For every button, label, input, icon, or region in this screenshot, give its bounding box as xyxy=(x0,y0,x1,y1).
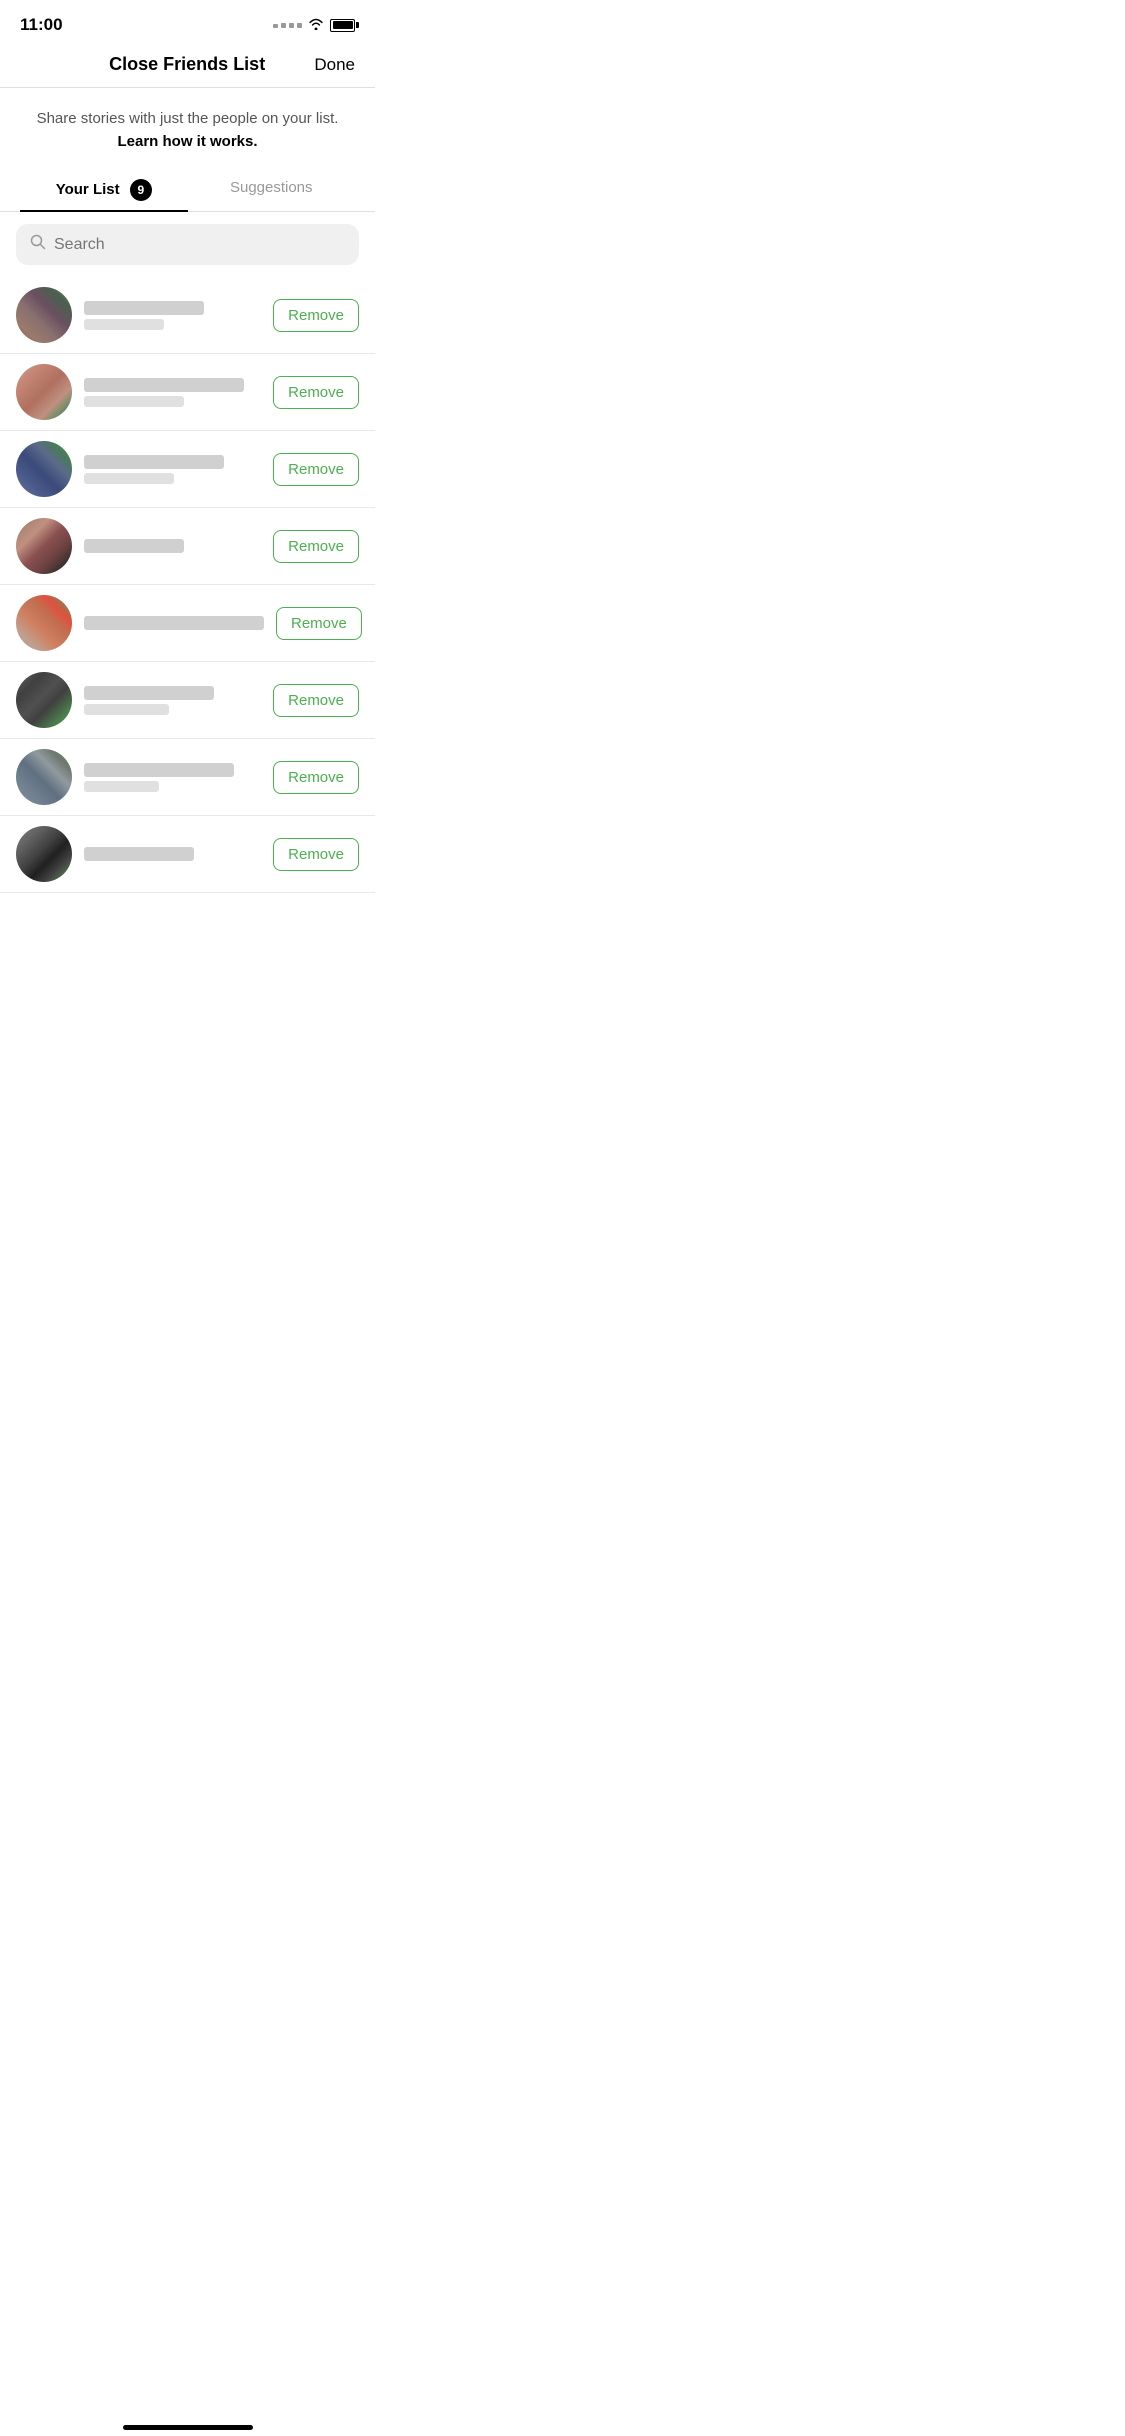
tab-your-list[interactable]: Your List 9 xyxy=(20,169,188,211)
search-input[interactable] xyxy=(54,236,345,254)
remove-button[interactable]: Remove xyxy=(273,453,359,486)
search-container xyxy=(0,212,375,277)
user-info xyxy=(84,616,264,630)
list-item: Remove xyxy=(0,508,375,585)
avatar xyxy=(16,595,72,651)
avatar xyxy=(16,287,72,343)
remove-button[interactable]: Remove xyxy=(273,299,359,332)
remove-button[interactable]: Remove xyxy=(273,684,359,717)
description-text: Share stories with just the people on yo… xyxy=(37,110,339,127)
status-time: 11:00 xyxy=(20,15,63,35)
username-bar xyxy=(84,539,184,553)
list-item: Remove xyxy=(0,354,375,431)
fullname-bar xyxy=(84,396,184,407)
status-bar: 11:00 xyxy=(0,0,375,44)
home-indicator-bar xyxy=(123,2425,253,2430)
avatar xyxy=(16,826,72,882)
battery-icon xyxy=(330,19,355,32)
fullname-bar xyxy=(84,781,159,792)
avatar xyxy=(16,364,72,420)
wifi-icon xyxy=(308,17,324,33)
search-box xyxy=(16,224,359,265)
username-bar xyxy=(84,378,244,392)
user-info xyxy=(84,847,261,861)
remove-button[interactable]: Remove xyxy=(273,838,359,871)
avatar xyxy=(16,672,72,728)
tab-suggestions-label: Suggestions xyxy=(230,179,313,196)
done-button[interactable]: Done xyxy=(314,55,355,75)
tab-suggestions[interactable]: Suggestions xyxy=(188,169,356,211)
user-info xyxy=(84,455,261,484)
user-info xyxy=(84,378,261,407)
list-item: Remove xyxy=(0,585,375,662)
learn-more-link[interactable]: Learn how it works. xyxy=(117,133,257,150)
username-bar xyxy=(84,616,264,630)
tab-your-list-label: Your List xyxy=(56,181,120,198)
fullname-bar xyxy=(84,704,169,715)
list-item: Remove xyxy=(0,739,375,816)
user-info xyxy=(84,301,261,330)
avatar xyxy=(16,749,72,805)
description-section: Share stories with just the people on yo… xyxy=(0,88,375,169)
header: Close Friends List Done xyxy=(0,44,375,88)
fullname-bar xyxy=(84,473,174,484)
username-bar xyxy=(84,847,194,861)
user-info xyxy=(84,763,261,792)
tab-badge: 9 xyxy=(130,179,152,201)
page-title: Close Friends List xyxy=(60,54,314,75)
username-bar xyxy=(84,301,204,315)
list-item: Remove xyxy=(0,662,375,739)
user-info xyxy=(84,686,261,715)
remove-button[interactable]: Remove xyxy=(276,607,362,640)
friends-list: Remove Remove Remove Remove xyxy=(0,277,375,893)
home-indicator xyxy=(0,2417,375,2436)
avatar xyxy=(16,441,72,497)
username-bar xyxy=(84,455,224,469)
search-icon xyxy=(30,234,46,255)
username-bar xyxy=(84,686,214,700)
fullname-bar xyxy=(84,319,164,330)
list-item: Remove xyxy=(0,277,375,354)
remove-button[interactable]: Remove xyxy=(273,530,359,563)
avatar xyxy=(16,518,72,574)
tabs-bar: Your List 9 Suggestions xyxy=(0,169,375,212)
list-item: Remove xyxy=(0,816,375,893)
status-icons xyxy=(273,17,355,33)
user-info xyxy=(84,539,261,553)
remove-button[interactable]: Remove xyxy=(273,376,359,409)
signal-icon xyxy=(273,23,302,28)
list-item: Remove xyxy=(0,431,375,508)
remove-button[interactable]: Remove xyxy=(273,761,359,794)
username-bar xyxy=(84,763,234,777)
